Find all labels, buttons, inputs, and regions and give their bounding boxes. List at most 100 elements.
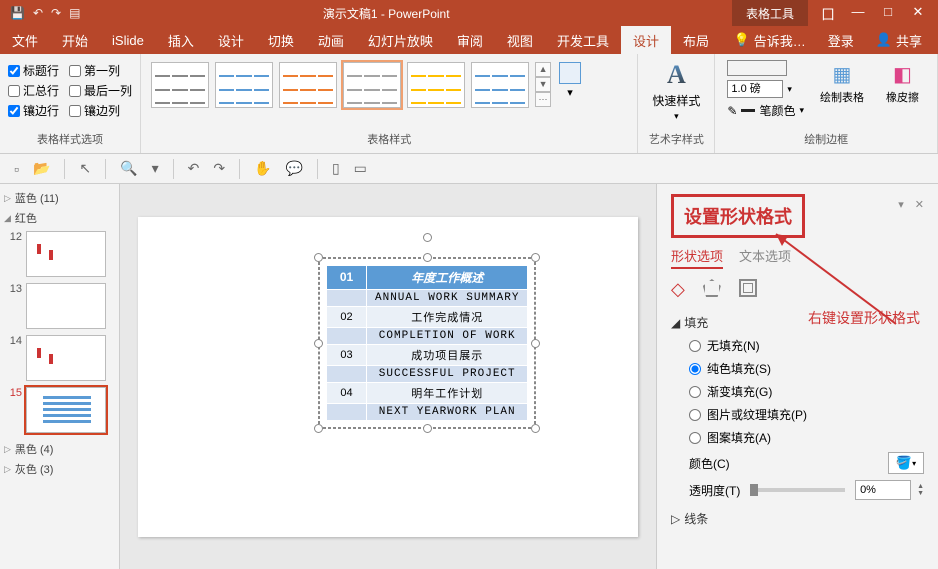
- style-swatch[interactable]: [215, 62, 273, 108]
- radio-no-fill[interactable]: 无填充(N): [689, 337, 924, 354]
- eraser-button[interactable]: ◧ 橡皮擦: [880, 60, 925, 107]
- tab-insert[interactable]: 插入: [156, 26, 206, 54]
- cb-first-col[interactable]: 第一列: [69, 62, 132, 79]
- td[interactable]: 03: [327, 344, 367, 365]
- slide-thumb[interactable]: 15: [4, 387, 115, 433]
- wordart-icon[interactable]: A: [667, 60, 686, 90]
- td[interactable]: 明年工作计划: [367, 382, 528, 403]
- section-blue[interactable]: ▷蓝色 (11): [4, 188, 115, 208]
- tab-transition[interactable]: 切换: [256, 26, 306, 54]
- new-icon[interactable]: ▫: [14, 161, 19, 177]
- color-picker[interactable]: 🪣▾: [888, 452, 924, 474]
- login-button[interactable]: 登录: [820, 26, 862, 54]
- section-gray[interactable]: ▷灰色 (3): [4, 459, 115, 479]
- gallery-scroll[interactable]: ▲▼⋯: [535, 62, 551, 107]
- tab-table-design[interactable]: 设计: [621, 26, 671, 54]
- tab-islide[interactable]: iSlide: [100, 26, 156, 54]
- th[interactable]: 年度工作概述: [367, 265, 528, 289]
- pane-close[interactable]: ▾ ✕: [898, 198, 928, 211]
- slide-canvas[interactable]: 01年度工作概述 ANNUAL WORK SUMMARY 02工作完成情况 CO…: [120, 184, 656, 569]
- spinner[interactable]: ▲▼: [917, 483, 924, 497]
- undo-icon[interactable]: ↶: [33, 6, 43, 20]
- tab-table-layout[interactable]: 布局: [671, 26, 721, 54]
- search-icon[interactable]: 🔍: [120, 160, 137, 177]
- distribute-icon[interactable]: ▭: [354, 160, 367, 177]
- line-style-dropdown[interactable]: [727, 60, 787, 76]
- cb-total-row[interactable]: 汇总行: [8, 82, 59, 99]
- transparency-input[interactable]: [855, 480, 911, 500]
- tab-slideshow[interactable]: 幻灯片放映: [356, 26, 445, 54]
- style-swatch[interactable]: [407, 62, 465, 108]
- table-style-gallery[interactable]: ▲▼⋯: [149, 58, 553, 112]
- restore-icon[interactable]: □: [876, 4, 900, 23]
- pane-tab-text[interactable]: 文本选项: [739, 246, 791, 269]
- radio-gradient-fill[interactable]: 渐变填充(G): [689, 383, 924, 400]
- section-red[interactable]: ◢红色: [4, 208, 115, 228]
- slide-thumb[interactable]: 14: [4, 335, 115, 381]
- redo-icon[interactable]: ↷: [51, 6, 61, 20]
- style-swatch[interactable]: [151, 62, 209, 108]
- size-icon[interactable]: [739, 279, 757, 297]
- tab-view[interactable]: 视图: [495, 26, 545, 54]
- tab-review[interactable]: 审阅: [445, 26, 495, 54]
- comment-icon[interactable]: 💬: [286, 160, 303, 177]
- td[interactable]: [327, 365, 367, 382]
- td[interactable]: [327, 403, 367, 420]
- style-swatch[interactable]: [343, 62, 401, 108]
- section-line[interactable]: ▷线条: [671, 510, 924, 527]
- tab-animation[interactable]: 动画: [306, 26, 356, 54]
- cb-banded-row[interactable]: 镶边行: [8, 102, 59, 119]
- quick-style-button[interactable]: 快速样式: [652, 92, 700, 109]
- slide-thumbnails[interactable]: ▷蓝色 (11) ◢红色 12 13 14 15 ▷黑色 (4) ▷灰色 (3): [0, 184, 120, 569]
- radio-pattern-fill[interactable]: 图案填充(A): [689, 429, 924, 446]
- align-icon[interactable]: ▯: [332, 160, 340, 177]
- style-swatch[interactable]: [279, 62, 337, 108]
- td[interactable]: [327, 289, 367, 306]
- th[interactable]: 01: [327, 265, 367, 289]
- cb-header-row[interactable]: 标题行: [8, 62, 59, 79]
- draw-table-button[interactable]: ▦ 绘制表格: [814, 60, 870, 107]
- style-swatch[interactable]: [471, 62, 529, 108]
- redo-icon[interactable]: ↷: [213, 160, 225, 177]
- td[interactable]: 成功项目展示: [367, 344, 528, 365]
- fill-icon[interactable]: ◇: [671, 279, 685, 300]
- effects-icon[interactable]: [703, 279, 721, 297]
- line-weight-dropdown[interactable]: 1.0 磅▾: [727, 80, 804, 98]
- shading-dropdown[interactable]: ▾: [553, 58, 587, 103]
- minimize-icon[interactable]: —: [846, 4, 870, 23]
- section-black[interactable]: ▷黑色 (4): [4, 439, 115, 459]
- td[interactable]: 工作完成情况: [367, 306, 528, 327]
- zoom-dropdown[interactable]: ▾: [152, 160, 159, 177]
- hand-icon[interactable]: ✋: [254, 160, 271, 177]
- slide-thumb[interactable]: 13: [4, 283, 115, 329]
- ribbon-display-icon[interactable]: 囗: [816, 4, 840, 23]
- slide-thumb[interactable]: 12: [4, 231, 115, 277]
- save-icon[interactable]: 💾: [10, 6, 25, 20]
- cb-last-col[interactable]: 最后一列: [69, 82, 132, 99]
- pane-tab-shape[interactable]: 形状选项: [671, 246, 723, 269]
- tab-file[interactable]: 文件: [0, 26, 50, 54]
- td[interactable]: [327, 327, 367, 344]
- radio-picture-fill[interactable]: 图片或纹理填充(P): [689, 406, 924, 423]
- undo-icon[interactable]: ↶: [188, 160, 200, 177]
- radio-solid-fill[interactable]: 纯色填充(S): [689, 360, 924, 377]
- tab-home[interactable]: 开始: [50, 26, 100, 54]
- td[interactable]: 02: [327, 306, 367, 327]
- close-icon[interactable]: ✕: [906, 4, 930, 23]
- td[interactable]: NEXT YEARWORK PLAN: [367, 403, 528, 420]
- td[interactable]: SUCCESSFUL PROJECT: [367, 365, 528, 382]
- pen-color-dropdown[interactable]: ✎笔颜色▾: [727, 102, 804, 119]
- cb-banded-col[interactable]: 镶边列: [69, 102, 132, 119]
- tab-design[interactable]: 设计: [206, 26, 256, 54]
- open-icon[interactable]: 📂: [33, 160, 50, 177]
- slide-table[interactable]: 01年度工作概述 ANNUAL WORK SUMMARY 02工作完成情况 CO…: [326, 265, 528, 421]
- share-button[interactable]: 👤共享: [868, 26, 930, 54]
- td[interactable]: ANNUAL WORK SUMMARY: [367, 289, 528, 306]
- tell-me[interactable]: 💡告诉我…: [726, 26, 814, 54]
- pointer-icon[interactable]: ↖: [79, 160, 91, 177]
- tab-developer[interactable]: 开发工具: [545, 26, 621, 54]
- td[interactable]: COMPLETION OF WORK: [367, 327, 528, 344]
- slideshow-icon[interactable]: ▤: [69, 6, 80, 20]
- td[interactable]: 04: [327, 382, 367, 403]
- transparency-slider[interactable]: [750, 488, 845, 492]
